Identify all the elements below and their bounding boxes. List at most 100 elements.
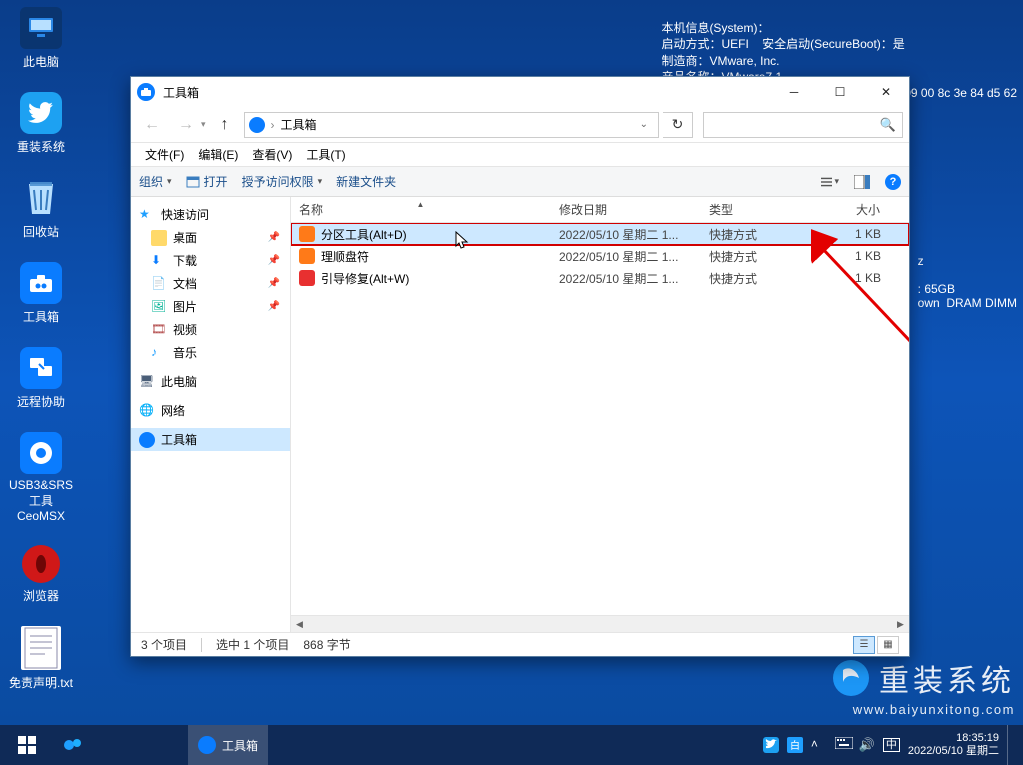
file-list-pane: 名称 ▲ 修改日期 类型 大小 分区工具(Alt+D) 2022/05/10 星… bbox=[291, 197, 909, 632]
sidebar-thispc[interactable]: 🖥 此电脑 bbox=[131, 370, 290, 393]
file-row[interactable]: 理顺盘符 2022/05/10 星期二 1... 快捷方式 1 KB bbox=[291, 245, 909, 267]
desktop-icon-recyclebin[interactable]: 回收站 bbox=[5, 175, 77, 242]
sidebar-item-desktop[interactable]: 桌面📌 bbox=[131, 226, 290, 249]
sidebar-item-videos[interactable]: 🎞 视频 bbox=[131, 318, 290, 341]
sidebar-item-downloads[interactable]: ⬇ 下载📌 bbox=[131, 249, 290, 272]
close-button[interactable]: ✕ bbox=[863, 77, 909, 107]
brand-subtitle: www.baiyunxitong.com bbox=[833, 702, 1015, 717]
tray-chevron-icon[interactable]: ˄ bbox=[811, 737, 827, 753]
recent-dropdown-icon[interactable]: ▾ bbox=[201, 119, 206, 130]
window-title: 工具箱 bbox=[163, 84, 199, 101]
open-icon bbox=[186, 176, 200, 188]
sidebar-network[interactable]: 🌐 网络 bbox=[131, 399, 290, 422]
desktop-icon-label: 重装系统 bbox=[17, 138, 65, 155]
sidebar-item-pictures[interactable]: 🖼 图片📌 bbox=[131, 295, 290, 318]
scroll-track[interactable] bbox=[308, 616, 892, 633]
navigation-bar: ← → ▾ ↑ › 工具箱 ⌄ ↻ 🔍 bbox=[131, 107, 909, 143]
taskbar-app-toolbox[interactable]: 工具箱 bbox=[188, 725, 268, 765]
window-titlebar[interactable]: 工具箱 ─ ☐ ✕ bbox=[131, 77, 909, 107]
preview-pane-button[interactable] bbox=[853, 173, 871, 191]
forward-button[interactable]: → bbox=[171, 111, 201, 139]
toolbox-icon bbox=[139, 432, 155, 448]
tray-app-icon[interactable]: 白 bbox=[787, 737, 803, 753]
desktop-icon-usb[interactable]: USB3&SRS 工具CeoMSX bbox=[5, 430, 77, 525]
status-separator bbox=[201, 638, 202, 652]
star-icon: ★ bbox=[139, 207, 155, 223]
monitor-icon: 🖥 bbox=[139, 374, 155, 390]
music-icon: ♪ bbox=[151, 345, 167, 361]
remote-assist-icon bbox=[20, 347, 62, 389]
videos-icon: 🎞 bbox=[151, 322, 167, 338]
horizontal-scrollbar[interactable]: ◀ ▶ bbox=[291, 615, 909, 632]
tray-ime-icon[interactable]: 中 bbox=[883, 738, 900, 752]
tray-keyboard-icon[interactable] bbox=[835, 737, 851, 753]
scroll-left-button[interactable]: ◀ bbox=[291, 616, 308, 633]
sidebar-quick-access[interactable]: ★ 快速访问 bbox=[131, 203, 290, 226]
start-button[interactable] bbox=[4, 725, 50, 765]
up-button[interactable]: ↑ bbox=[210, 111, 240, 139]
menu-tools[interactable]: 工具(T) bbox=[300, 144, 351, 165]
details-view-button[interactable]: ☰ bbox=[853, 636, 875, 654]
shortcut-icon bbox=[299, 270, 315, 286]
column-header-size[interactable]: 大小 bbox=[817, 201, 889, 218]
column-header-type[interactable]: 类型 bbox=[701, 201, 817, 218]
file-row[interactable]: 引导修复(Alt+W) 2022/05/10 星期二 1... 快捷方式 1 K… bbox=[291, 267, 909, 289]
organize-button[interactable]: 组织▾ bbox=[139, 173, 172, 190]
folder-icon bbox=[151, 230, 167, 246]
tray-volume-icon[interactable]: 🔊 bbox=[859, 737, 875, 753]
column-header-name[interactable]: 名称 ▲ bbox=[291, 201, 551, 218]
grant-access-button[interactable]: 授予访问权限▾ bbox=[242, 173, 323, 190]
taskbar-clock[interactable]: 18:35:19 2022/05/10 星期二 bbox=[908, 732, 999, 757]
desktop-icon-toolbox[interactable]: 工具箱 bbox=[5, 260, 77, 327]
pin-icon: 📌 bbox=[268, 232, 280, 243]
breadcrumb-item[interactable]: 工具箱 bbox=[281, 116, 317, 133]
shortcut-icon bbox=[299, 226, 315, 242]
scroll-right-button[interactable]: ▶ bbox=[892, 616, 909, 633]
desktop-icon-browser[interactable]: 浏览器 bbox=[5, 543, 77, 606]
toolbox-icon bbox=[198, 736, 216, 754]
file-list[interactable]: 分区工具(Alt+D) 2022/05/10 星期二 1... 快捷方式 1 K… bbox=[291, 223, 909, 615]
explorer-window: 工具箱 ─ ☐ ✕ ← → ▾ ↑ › 工具箱 ⌄ ↻ 🔍 文件(F) 编辑(E… bbox=[130, 76, 910, 657]
taskbar-app-partition[interactable] bbox=[142, 725, 188, 765]
view-mode-button[interactable]: ▾ bbox=[821, 173, 839, 191]
help-button[interactable]: ? bbox=[885, 174, 901, 190]
back-button[interactable]: ← bbox=[137, 111, 167, 139]
desktop-icon-remote[interactable]: 远程协助 bbox=[5, 345, 77, 412]
open-button[interactable]: 打开 bbox=[186, 173, 228, 190]
bird-icon bbox=[20, 92, 62, 134]
sidebar-item-documents[interactable]: 📄 文档📌 bbox=[131, 272, 290, 295]
taskbar-app-manager[interactable] bbox=[50, 725, 96, 765]
desktop-icon-label: 免责声明.txt bbox=[9, 674, 73, 691]
search-icon[interactable]: 🔍 bbox=[880, 117, 896, 133]
icons-view-button[interactable]: ▦ bbox=[877, 636, 899, 654]
minimize-button[interactable]: ─ bbox=[771, 77, 817, 107]
file-row[interactable]: 分区工具(Alt+D) 2022/05/10 星期二 1... 快捷方式 1 K… bbox=[291, 223, 909, 245]
menu-file[interactable]: 文件(F) bbox=[139, 144, 190, 165]
show-desktop-button[interactable] bbox=[1007, 725, 1013, 765]
sort-indicator-icon: ▲ bbox=[417, 200, 425, 209]
desktop-icon-thispc[interactable]: 此电脑 bbox=[5, 5, 77, 72]
search-box[interactable]: 🔍 bbox=[703, 112, 903, 138]
desktop-icon-reinstall[interactable]: 重装系统 bbox=[5, 90, 77, 157]
search-input[interactable] bbox=[710, 118, 880, 132]
menu-view[interactable]: 查看(V) bbox=[246, 144, 298, 165]
address-bar[interactable]: › 工具箱 ⌄ bbox=[244, 112, 659, 138]
recycle-bin-icon bbox=[20, 177, 62, 219]
taskbar-app-terminal[interactable] bbox=[96, 725, 142, 765]
navigation-pane: ★ 快速访问 桌面📌 ⬇ 下载📌 📄 文档📌 🖼 图片📌 bbox=[131, 197, 291, 632]
tray-bird-icon[interactable] bbox=[763, 737, 779, 753]
taskbar-app-label: 工具箱 bbox=[222, 737, 258, 754]
desktop-icon-disclaimer[interactable]: 免责声明.txt bbox=[5, 624, 77, 693]
desktop-icon-label: 工具箱 bbox=[23, 308, 59, 325]
maximize-button[interactable]: ☐ bbox=[817, 77, 863, 107]
refresh-button[interactable]: ↻ bbox=[663, 112, 693, 138]
brand-title: 重装系统 bbox=[879, 665, 1015, 698]
column-header-date[interactable]: 修改日期 bbox=[551, 201, 701, 218]
sidebar-toolbox[interactable]: 工具箱 bbox=[131, 428, 290, 451]
sidebar-item-music[interactable]: ♪ 音乐 bbox=[131, 341, 290, 364]
menu-edit[interactable]: 编辑(E) bbox=[192, 144, 244, 165]
address-dropdown-icon[interactable]: ⌄ bbox=[634, 119, 654, 130]
svg-text:白: 白 bbox=[790, 739, 800, 752]
pin-icon: 📌 bbox=[268, 301, 280, 312]
new-folder-button[interactable]: 新建文件夹 bbox=[336, 173, 396, 190]
